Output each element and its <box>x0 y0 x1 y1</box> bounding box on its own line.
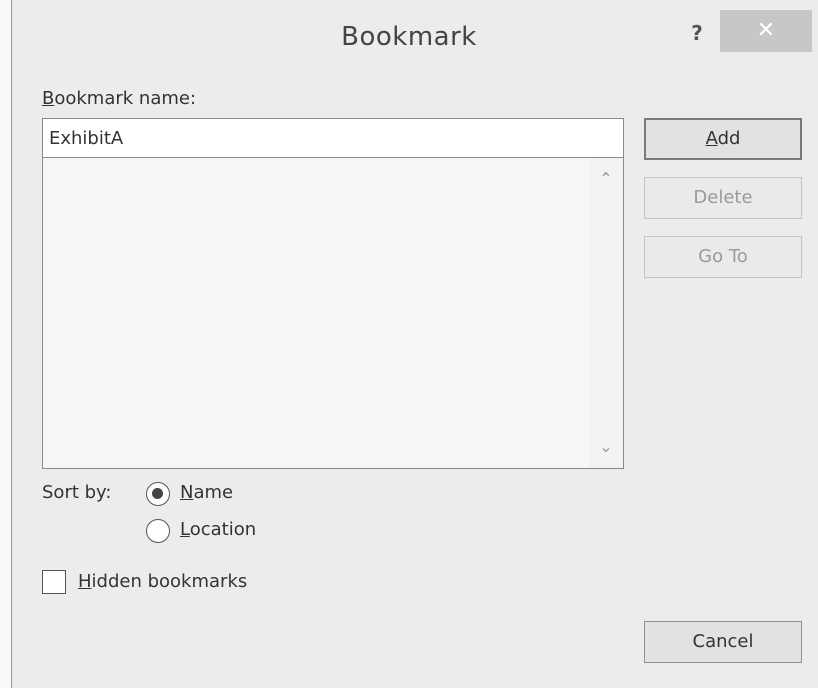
bookmark-name-label: Bookmark name: <box>42 88 196 109</box>
sort-name-radio[interactable] <box>146 482 170 506</box>
cancel-button[interactable]: Cancel <box>644 621 802 663</box>
add-button-label: dd <box>717 128 741 149</box>
add-button[interactable]: Add <box>644 118 802 160</box>
scroll-up-icon[interactable]: ⌃ <box>589 162 623 196</box>
sort-name-text: ame <box>193 482 234 503</box>
hidden-bookmarks-checkbox[interactable] <box>42 570 66 594</box>
goto-button[interactable]: Go To <box>644 236 802 278</box>
bookmark-dialog: ? ✕ Bookmark name: ⌃ ⌄ Add Delete Go To … <box>11 0 818 688</box>
sort-location-accel: L <box>180 519 190 540</box>
sort-name-label[interactable]: Name <box>180 482 233 503</box>
list-scrollbar[interactable]: ⌃ ⌄ <box>589 158 623 468</box>
hidden-bookmarks-label[interactable]: Hidden bookmarks <box>78 571 247 592</box>
sort-location-radio[interactable] <box>146 519 170 543</box>
sort-location-text: ocation <box>189 519 257 540</box>
scroll-down-icon[interactable]: ⌄ <box>589 430 623 464</box>
bookmark-name-label-text: ookmark name: <box>54 88 197 109</box>
hidden-bookmarks-accel: H <box>78 571 92 592</box>
sort-location-label[interactable]: Location <box>180 519 256 540</box>
sort-name-accel: N <box>180 482 194 503</box>
sort-by-label: Sort by: <box>42 482 112 503</box>
delete-button[interactable]: Delete <box>644 177 802 219</box>
hidden-bookmarks-text: idden bookmarks <box>91 571 248 592</box>
add-button-accel: A <box>705 128 718 149</box>
bookmark-name-input[interactable] <box>42 118 624 158</box>
bookmark-name-label-accel: B <box>42 88 55 109</box>
dialog-title: Bookmark <box>341 22 477 52</box>
bookmark-list[interactable]: ⌃ ⌄ <box>42 157 624 469</box>
radio-selected-dot <box>152 488 163 499</box>
